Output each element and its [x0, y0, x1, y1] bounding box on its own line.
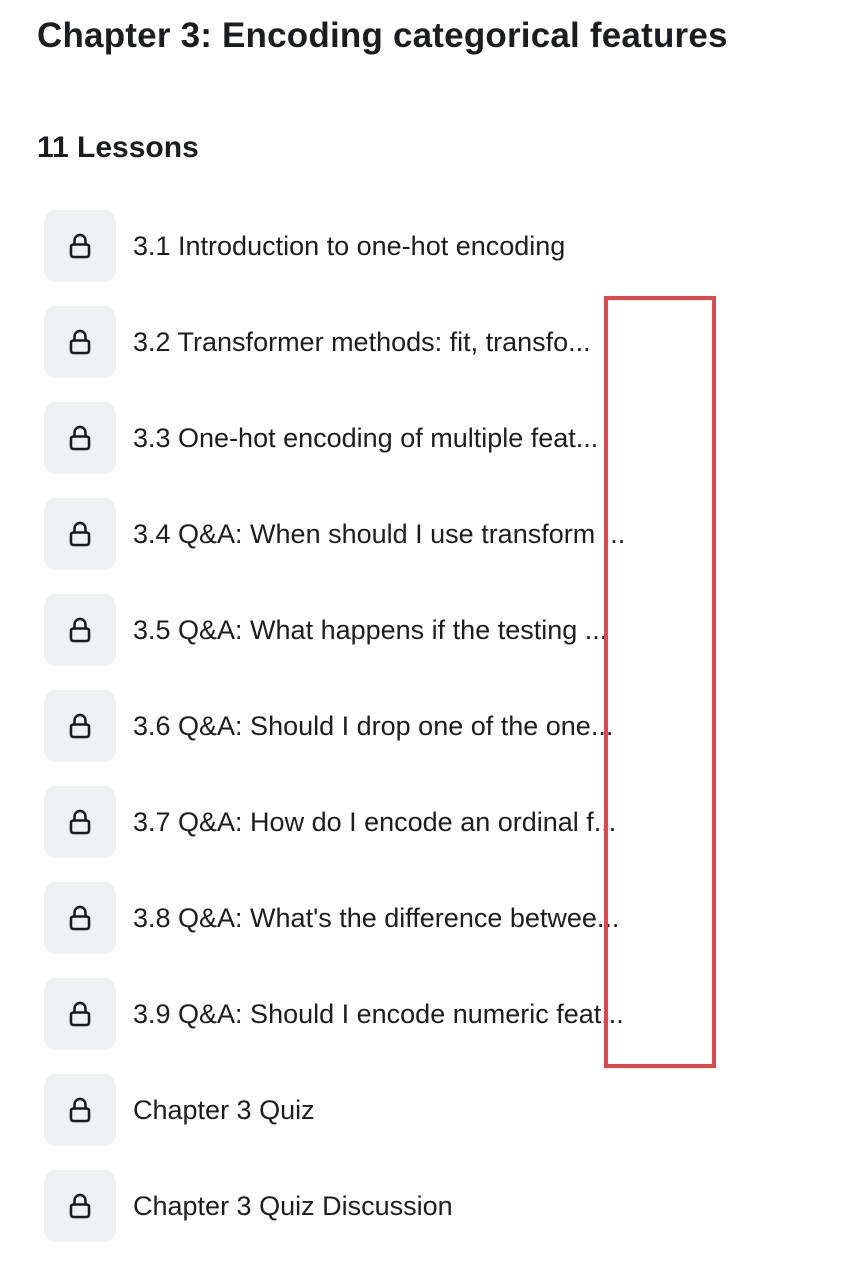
lesson-item-4[interactable]: 3.4 Q&A: When should I use transform ... [44, 498, 625, 570]
chapter-title: Chapter 3: Encoding categorical features [37, 16, 728, 55]
lesson-item-8[interactable]: 3.8 Q&A: What's the difference betwee... [44, 882, 625, 954]
lesson-list: 3.1 Introduction to one-hot encoding 3.2… [44, 210, 625, 1266]
lesson-item-3[interactable]: 3.3 One-hot encoding of multiple feat... [44, 402, 625, 474]
lock-icon [44, 1074, 116, 1146]
lesson-item-5[interactable]: 3.5 Q&A: What happens if the testing ... [44, 594, 625, 666]
lesson-item-2[interactable]: 3.2 Transformer methods: fit, transfo... [44, 306, 625, 378]
lock-icon [44, 978, 116, 1050]
lesson-label: 3.5 Q&A: What happens if the testing ... [133, 614, 608, 645]
lock-icon [44, 1170, 116, 1242]
lesson-item-11[interactable]: Chapter 3 Quiz Discussion [44, 1170, 625, 1242]
lock-icon [44, 306, 116, 378]
lesson-label: 3.8 Q&A: What's the difference betwee... [133, 902, 620, 933]
lesson-item-7[interactable]: 3.7 Q&A: How do I encode an ordinal f... [44, 786, 625, 858]
lesson-label: 3.2 Transformer methods: fit, transfo... [133, 326, 591, 357]
lesson-label: Chapter 3 Quiz Discussion [133, 1190, 453, 1221]
lesson-item-9[interactable]: 3.9 Q&A: Should I encode numeric feat... [44, 978, 625, 1050]
lesson-item-6[interactable]: 3.6 Q&A: Should I drop one of the one... [44, 690, 625, 762]
lock-icon [44, 402, 116, 474]
lesson-label: 3.1 Introduction to one-hot encoding [133, 230, 566, 261]
lesson-label: 3.9 Q&A: Should I encode numeric feat... [133, 998, 624, 1029]
lesson-label: 3.6 Q&A: Should I drop one of the one... [133, 710, 614, 741]
lock-icon [44, 498, 116, 570]
lock-icon [44, 882, 116, 954]
lock-icon [44, 210, 116, 282]
lesson-label: 3.7 Q&A: How do I encode an ordinal f... [133, 806, 617, 837]
lock-icon [44, 690, 116, 762]
lock-icon [44, 594, 116, 666]
lesson-label: Chapter 3 Quiz [133, 1094, 315, 1125]
lesson-label: 3.4 Q&A: When should I use transform ... [133, 518, 626, 549]
lesson-label: 3.3 One-hot encoding of multiple feat... [133, 422, 599, 453]
lesson-item-1[interactable]: 3.1 Introduction to one-hot encoding [44, 210, 625, 282]
lessons-count: 11 Lessons [37, 131, 199, 164]
lesson-item-10[interactable]: Chapter 3 Quiz [44, 1074, 625, 1146]
lock-icon [44, 786, 116, 858]
